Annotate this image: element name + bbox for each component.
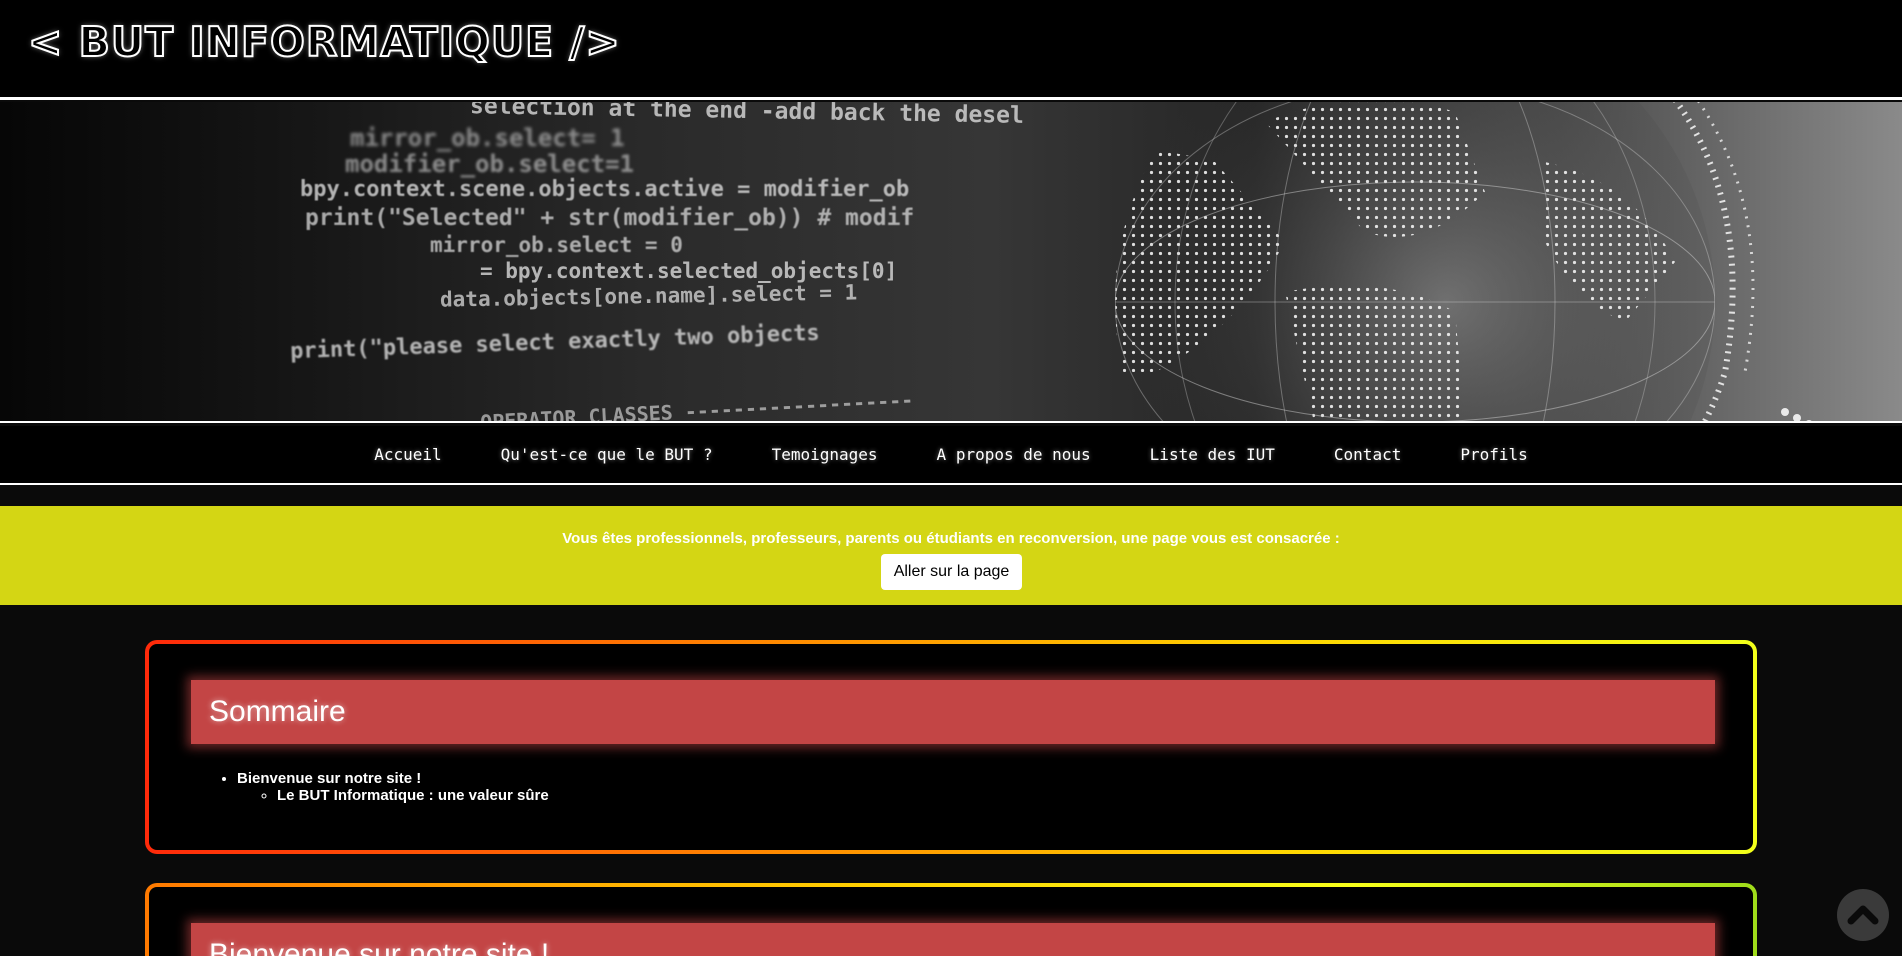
nav-divider [0,483,1902,485]
nav-item-a-propos[interactable]: A propos de nous [937,445,1091,464]
chevron-up-icon [1847,905,1879,925]
nav-item-contact[interactable]: Contact [1334,445,1401,464]
banner-code-line: data.objects[one.name].select = 1 [439,280,858,312]
nav-item-temoignages[interactable]: Temoignages [772,445,878,464]
banner-code-line: print("please select exactly two objects [289,320,821,365]
header-divider [0,97,1902,100]
site-logo[interactable]: < BUT INFORMATIQUE /> [27,17,621,67]
site-header: < BUT INFORMATIQUE /> [0,0,1902,97]
hero-banner: selection at the end -add back the desel… [0,102,1902,421]
welcome-title: Bienvenue sur notre site ! [191,923,1715,956]
main-nav: Accueil Qu'est-ce que le BUT ? Temoignag… [0,426,1902,483]
banner-code-line: modifier_ob.select=1 [345,150,634,178]
banner-code-line: bpy.context.scene.objects.active = modif… [300,177,910,202]
nav-item-quest-ce-que-le-but[interactable]: Qu'est-ce que le BUT ? [501,445,713,464]
banner-code-line: = bpy.context.selected_objects[0] [480,259,898,283]
toc-item-label[interactable]: Bienvenue sur notre site ! [237,770,421,787]
globe-graphic [1115,102,1812,421]
table-of-contents: Bienvenue sur notre site ! Le BUT Inform… [237,770,549,804]
welcome-card: Bienvenue sur notre site ! [145,883,1757,956]
banner-code-line: print("Selected" + str(modifier_ob)) # m… [305,205,915,231]
scroll-to-top-button[interactable] [1837,889,1889,941]
sommaire-title: Sommaire [191,680,1715,744]
toc-subitem-label[interactable]: Le BUT Informatique : une valeur sûre [277,787,549,804]
nav-item-liste-iut[interactable]: Liste des IUT [1150,445,1275,464]
toc-subitem[interactable]: Le BUT Informatique : une valeur sûre [277,787,549,804]
go-to-page-button[interactable]: Aller sur la page [881,554,1022,590]
audience-banner-text: Vous êtes professionnels, professeurs, p… [562,530,1340,547]
banner-code-line: mirror_ob.select = 0 [430,233,683,257]
banner-code-line: mirror_ob.select= 1 [350,124,625,152]
nav-item-profils[interactable]: Profils [1460,445,1527,464]
toc-item[interactable]: Bienvenue sur notre site ! Le BUT Inform… [237,770,549,804]
banner-code-line: OPERATOR CLASSES ------------------- [479,387,914,421]
banner-divider [0,421,1902,423]
sommaire-card: Sommaire Bienvenue sur notre site ! Le B… [145,640,1757,854]
nav-item-accueil[interactable]: Accueil [374,445,441,464]
